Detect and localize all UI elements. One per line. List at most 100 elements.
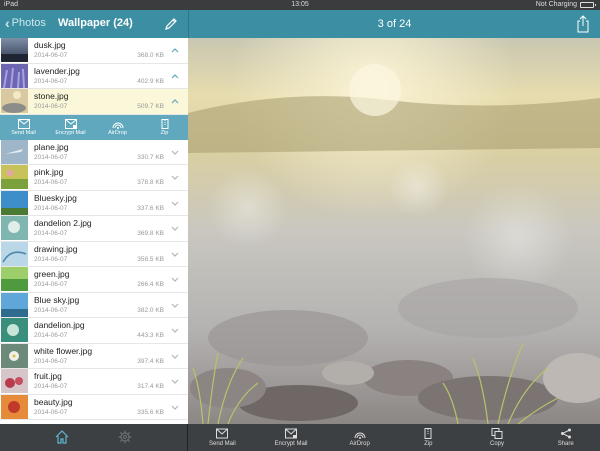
encrypt-mail-button[interactable]: Encrypt Mail: [257, 424, 326, 451]
chevron-down-icon[interactable]: [170, 376, 180, 386]
photo-viewer[interactable]: [188, 38, 600, 424]
chevron-down-icon[interactable]: [170, 274, 180, 284]
chevron-up-icon[interactable]: [170, 71, 180, 81]
photo-counter: 3 of 24: [377, 18, 412, 30]
chevron-down-icon[interactable]: [170, 198, 180, 208]
airdrop-icon: [112, 122, 123, 129]
back-button[interactable]: ‹ Photos: [5, 15, 46, 31]
share-button[interactable]: Share: [531, 424, 600, 451]
file-size: 330.7 KB: [137, 153, 164, 161]
file-size: 443.3 KB: [137, 332, 164, 339]
row-airdrop-button[interactable]: AirDrop: [94, 115, 141, 140]
thumbnail-dandelion: [1, 318, 28, 343]
viewer-toolbar: Send Mail Encrypt Mail AirDrop Zip Copy …: [188, 424, 600, 451]
file-date: 2014-06-07: [34, 204, 68, 212]
list-item[interactable]: Bluesky.jpg 2014-06-07 337.6 KB: [0, 190, 188, 216]
file-name: plane.jpg: [34, 141, 69, 152]
file-date: 2014-06-07: [34, 383, 68, 390]
list-item[interactable]: drawing.jpg 2014-06-07 358.5 KB: [0, 241, 188, 267]
list-item[interactable]: pink.jpg 2014-06-07 378.8 KB: [0, 165, 188, 191]
file-date: 2014-06-07: [34, 357, 68, 365]
list-item[interactable]: dusk.jpg 2014-06-07 368.0 KB: [0, 38, 188, 64]
copy-label: Copy: [490, 441, 505, 447]
file-name: beauty.jpg: [34, 396, 73, 407]
chevron-up-icon[interactable]: [170, 96, 180, 106]
folder-title: Wallpaper (24): [58, 17, 133, 29]
file-name: stone.jpg: [34, 91, 69, 101]
file-date: 2014-06-07: [34, 77, 68, 85]
thumbnail-green: [1, 267, 28, 292]
list-item[interactable]: dandelion 2.jpg 2014-06-07 369.8 KB: [0, 216, 188, 242]
list-item[interactable]: green.jpg 2014-06-07 266.4 KB: [0, 267, 188, 293]
file-name: dusk.jpg: [34, 40, 66, 50]
viewer-nav-bar: 3 of 24: [188, 10, 600, 38]
encrypt-mail-label: Encrypt Mail: [274, 441, 308, 447]
chevron-down-icon[interactable]: [170, 147, 180, 157]
file-date: 2014-06-07: [34, 408, 68, 416]
file-name: fruit.jpg: [34, 371, 62, 381]
copy-button[interactable]: Copy: [463, 424, 532, 451]
file-name: dandelion 2.jpg: [34, 218, 92, 228]
home-icon[interactable]: [55, 430, 69, 444]
chevron-down-icon[interactable]: [170, 249, 180, 259]
gear-icon[interactable]: [118, 430, 132, 444]
encrypted-mail-icon: [64, 118, 77, 129]
file-date: 2014-06-07: [34, 52, 68, 59]
file-size: 337.6 KB: [137, 204, 164, 212]
tab-bar: [0, 424, 188, 451]
thumbnail-bluesky: [1, 190, 28, 215]
chevron-down-icon[interactable]: [170, 172, 180, 182]
back-label: Photos: [11, 17, 46, 29]
airdrop-button[interactable]: AirDrop: [325, 424, 394, 451]
encrypted-mail-icon: [285, 428, 297, 439]
send-mail-button[interactable]: Send Mail: [188, 424, 257, 451]
chevron-up-icon[interactable]: [170, 45, 180, 55]
chevron-down-icon[interactable]: [170, 223, 180, 233]
file-size: 509.7 KB: [137, 103, 164, 110]
battery-icon: [580, 2, 596, 8]
file-size: 397.4 KB: [137, 357, 164, 365]
list-item[interactable]: dandelion.jpg 2014-06-07 443.3 KB: [0, 318, 188, 344]
file-name: Blue sky.jpg: [34, 294, 80, 305]
list-item[interactable]: fruit.jpg 2014-06-07 317.4 KB: [0, 369, 188, 395]
chevron-left-icon: ‹: [5, 15, 10, 31]
list-item[interactable]: plane.jpg 2014-06-07 330.7 KB: [0, 139, 188, 165]
file-name: Bluesky.jpg: [34, 192, 77, 203]
list-item[interactable]: lavender.jpg 2014-06-07 402.9 KB: [0, 63, 188, 89]
list-item[interactable]: white flower.jpg 2014-06-07 397.4 KB: [0, 343, 188, 369]
file-date: 2014-06-07: [34, 230, 68, 237]
row-send-mail-button[interactable]: Send Mail: [0, 115, 47, 140]
file-name: pink.jpg: [34, 167, 64, 177]
row-zip-label: Zip: [160, 129, 169, 136]
list-item-selected[interactable]: stone.jpg 2014-06-07 509.7 KB: [0, 89, 188, 115]
list-item[interactable]: Blue sky.jpg 2014-06-07 382.0 KB: [0, 292, 188, 318]
chevron-down-icon[interactable]: [170, 402, 180, 412]
list-item[interactable]: beauty.jpg 2014-06-07 335.6 KB: [0, 394, 188, 420]
zip-icon: [161, 118, 168, 129]
row-zip-button[interactable]: Zip: [141, 115, 188, 140]
mail-icon: [216, 428, 229, 439]
airdrop-icon: [354, 432, 366, 439]
battery-status: Not Charging: [535, 0, 596, 10]
file-size: 358.5 KB: [137, 255, 164, 263]
row-action-bar: Send Mail Encrypt Mail AirDrop Zip: [0, 114, 188, 140]
row-send-mail-label: Send Mail: [11, 129, 36, 136]
share-icon[interactable]: [576, 15, 590, 33]
chevron-down-icon[interactable]: [170, 351, 180, 361]
row-encrypt-mail-button[interactable]: Encrypt Mail: [47, 115, 94, 140]
file-name: lavender.jpg: [34, 65, 80, 76]
file-size: 266.4 KB: [137, 281, 164, 288]
chevron-down-icon[interactable]: [170, 300, 180, 310]
battery-text: Not Charging: [535, 1, 577, 8]
share-label: Share: [557, 441, 574, 447]
chevron-down-icon[interactable]: [170, 325, 180, 335]
edit-pencil-icon[interactable]: [164, 17, 178, 31]
row-airdrop-label: AirDrop: [108, 129, 127, 136]
file-size: 378.8 KB: [137, 179, 164, 186]
zip-button[interactable]: Zip: [394, 424, 463, 451]
thumbnail-fruit: [1, 369, 28, 394]
file-size: 402.9 KB: [137, 77, 164, 85]
thumbnail-blue-sky: [1, 292, 28, 317]
thumbnail-dandelion-2: [1, 216, 28, 241]
file-size: 335.6 KB: [137, 408, 164, 416]
